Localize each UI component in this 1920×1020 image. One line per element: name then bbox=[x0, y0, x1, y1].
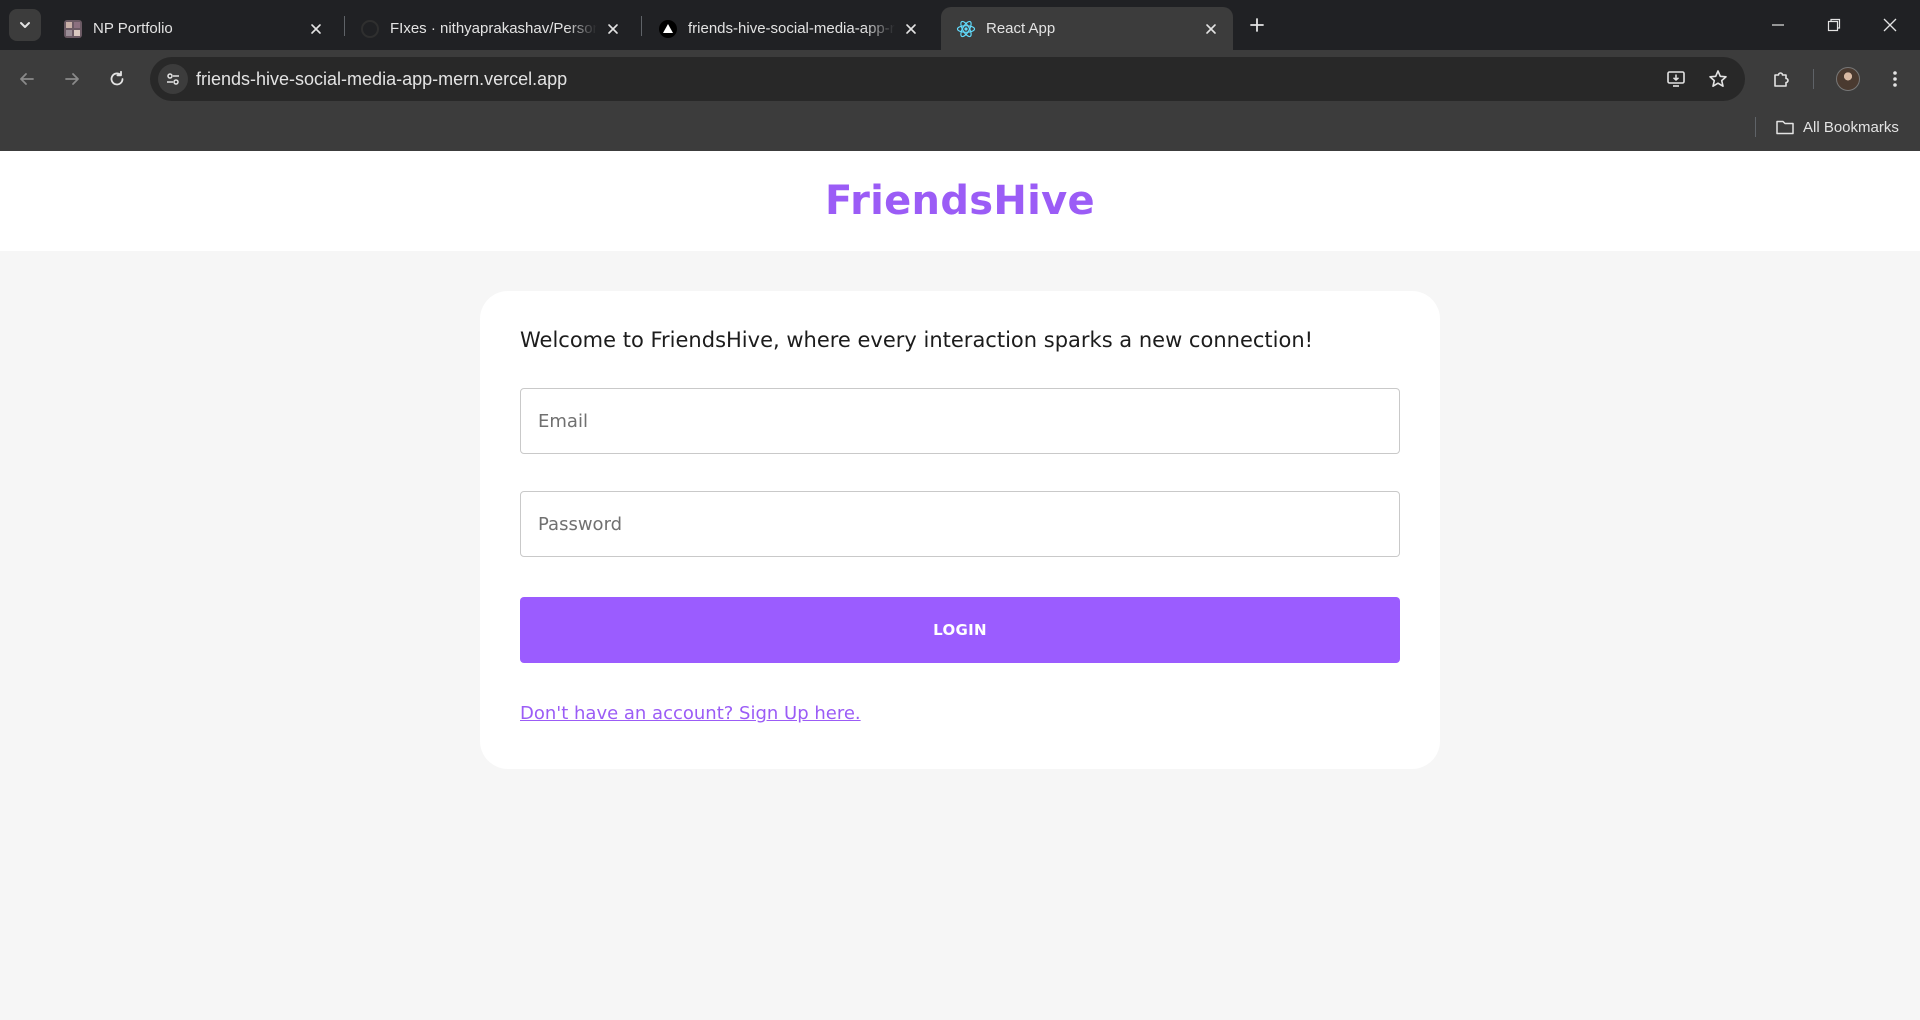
github-favicon-icon bbox=[360, 19, 380, 39]
tab-title: NP Portfolio bbox=[93, 20, 173, 37]
more-vert-icon bbox=[1893, 71, 1897, 87]
url-text[interactable]: friends-hive-social-media-app-mern.verce… bbox=[196, 69, 567, 90]
arrow-right-icon bbox=[65, 73, 79, 85]
menu-button[interactable] bbox=[1878, 62, 1912, 96]
chevron-down-icon bbox=[20, 22, 30, 28]
close-icon bbox=[1883, 18, 1897, 32]
tab-np-portfolio[interactable]: NP Portfolio bbox=[48, 7, 338, 50]
browser-toolbar: friends-hive-social-media-app-mern.verce… bbox=[0, 50, 1920, 107]
plus-icon bbox=[1250, 18, 1264, 32]
minimize-icon bbox=[1772, 24, 1784, 26]
tab-title: FIxes · nithyaprakashav/Persona bbox=[390, 20, 597, 37]
app-header: FriendsHive bbox=[0, 151, 1920, 251]
password-field[interactable] bbox=[520, 491, 1400, 557]
bookmarks-divider bbox=[1755, 117, 1756, 137]
all-bookmarks-button[interactable]: All Bookmarks bbox=[1775, 113, 1899, 141]
bookmark-star-button[interactable] bbox=[1703, 64, 1733, 94]
email-field[interactable] bbox=[520, 388, 1400, 454]
brand-title[interactable]: FriendsHive bbox=[825, 178, 1095, 224]
restore-icon bbox=[1827, 18, 1841, 32]
minimize-button[interactable] bbox=[1750, 0, 1806, 50]
profile-avatar[interactable] bbox=[1836, 67, 1860, 91]
close-window-button[interactable] bbox=[1862, 0, 1918, 50]
tab-search-button[interactable] bbox=[9, 9, 41, 41]
address-bar[interactable]: friends-hive-social-media-app-mern.verce… bbox=[150, 57, 1745, 101]
tab-title: React App bbox=[986, 20, 1056, 37]
forward-button[interactable] bbox=[55, 62, 89, 96]
close-icon[interactable] bbox=[901, 19, 921, 39]
reload-icon bbox=[110, 70, 124, 86]
vercel-favicon-icon bbox=[658, 19, 678, 39]
puzzle-icon bbox=[1774, 72, 1789, 87]
install-app-button[interactable] bbox=[1661, 64, 1691, 94]
tune-icon bbox=[167, 73, 179, 85]
tab-react-app[interactable]: React App bbox=[941, 7, 1233, 50]
star-icon bbox=[1709, 70, 1727, 87]
close-icon[interactable] bbox=[1201, 19, 1221, 39]
tab-strip: NP Portfolio FIxes · nithyaprakashav/Per… bbox=[0, 0, 1920, 50]
folder-icon bbox=[1776, 120, 1794, 135]
tab-separator bbox=[641, 16, 642, 36]
all-bookmarks-label: All Bookmarks bbox=[1803, 118, 1899, 136]
bookmarks-bar: All Bookmarks bbox=[0, 107, 1920, 151]
welcome-message: Welcome to FriendsHive, where every inte… bbox=[520, 328, 1314, 352]
tab-title: friends-hive-social-media-app-r bbox=[688, 20, 895, 37]
restore-button[interactable] bbox=[1806, 0, 1862, 50]
new-tab-button[interactable] bbox=[1243, 11, 1271, 39]
close-icon[interactable] bbox=[603, 19, 623, 39]
login-card: Welcome to FriendsHive, where every inte… bbox=[480, 291, 1440, 769]
signup-link[interactable]: Don't have an account? Sign Up here. bbox=[520, 703, 861, 724]
install-icon bbox=[1667, 71, 1685, 87]
back-button[interactable] bbox=[10, 62, 44, 96]
login-button[interactable]: LOGIN bbox=[520, 597, 1400, 663]
tab-github-fixes[interactable]: FIxes · nithyaprakashav/Persona bbox=[345, 7, 635, 50]
portfolio-favicon-icon bbox=[63, 19, 83, 39]
reload-button[interactable] bbox=[100, 62, 134, 96]
toolbar-divider bbox=[1813, 69, 1814, 89]
tab-vercel-project[interactable]: friends-hive-social-media-app-r bbox=[643, 7, 933, 50]
site-info-button[interactable] bbox=[158, 64, 188, 94]
react-favicon-icon bbox=[956, 19, 976, 39]
arrow-left-icon bbox=[20, 73, 34, 85]
close-icon[interactable] bbox=[306, 19, 326, 39]
extensions-button[interactable] bbox=[1764, 62, 1798, 96]
